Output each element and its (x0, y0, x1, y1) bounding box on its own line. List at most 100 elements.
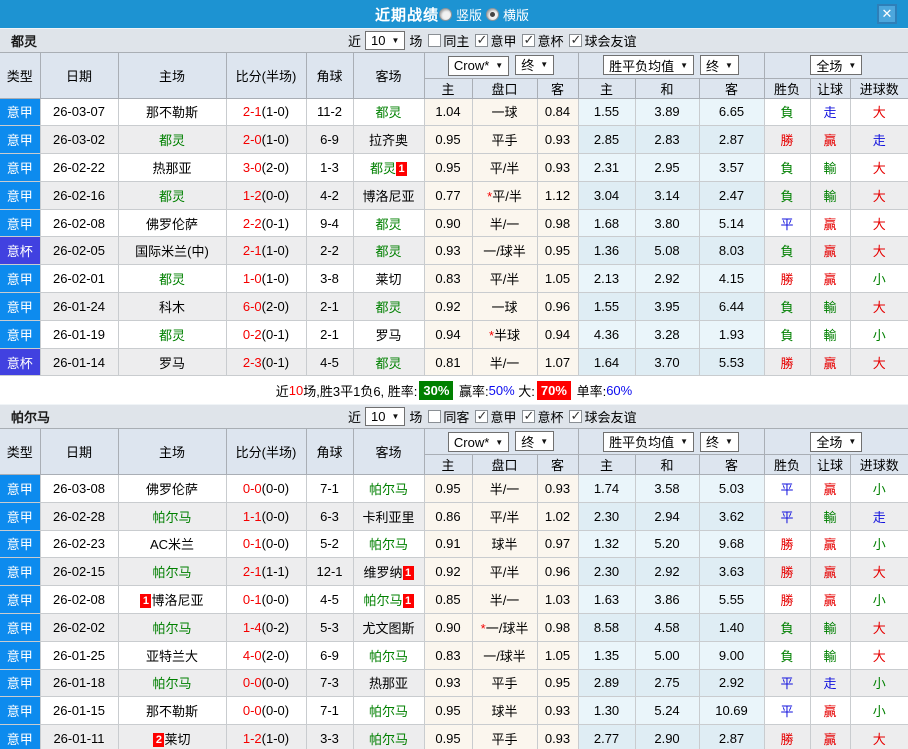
corners-cell: 12-1 (305, 557, 354, 587)
odds-away-cell: 0.93 (536, 724, 579, 749)
score-fulltime: 1-4 (242, 619, 262, 635)
result-handicap-cell: 贏 (809, 529, 851, 559)
date-cell: 26-03-07 (39, 97, 119, 127)
handicap-text: 平手 (491, 732, 518, 748)
score-halftime: (1-0) (261, 731, 290, 747)
away-team-cell: 帕尔马 (352, 473, 425, 503)
handicap-cell: 平手 (471, 668, 538, 698)
recent-summary: 近 10 场,胜3平1负6, 胜率: 30% 赢率: 50% 大: 70% 单率: 60% (0, 376, 908, 405)
odds-away-cell: 0.98 (536, 612, 579, 642)
league-badge: 意甲 (0, 696, 41, 726)
avg-state-select[interactable]: 终 ▼ (700, 55, 739, 76)
bookmaker-select[interactable]: Crow* ▼ (447, 432, 510, 453)
away-team-name: 帕尔马 (363, 593, 403, 609)
handicap-cell: 半/一 (471, 585, 538, 614)
red-card-badge: 2 (153, 733, 165, 748)
home-team-cell: 国际米兰(中) (117, 236, 227, 266)
result-wdl-cell: 平 (763, 473, 811, 503)
score-cell: 0-1(0-0) (225, 529, 307, 559)
avg-away-cell: 5.55 (698, 585, 765, 614)
dropdown-arrow-icon: ▼ (495, 61, 504, 71)
filter-checkbox-3[interactable] (569, 408, 583, 424)
handicap-cell: 平/半 (471, 264, 538, 294)
filter-checkbox-label-0[interactable]: 同客 (443, 407, 469, 426)
date-cell: 26-03-02 (39, 125, 119, 155)
avg-away-cell: 2.87 (698, 724, 765, 749)
vertical-layout-radio[interactable] (438, 7, 452, 21)
score-fulltime: 2-3 (242, 354, 262, 370)
col-header-home: 主场 (117, 429, 227, 475)
filter-checkbox-0[interactable] (428, 34, 442, 47)
score-cell: 0-0(0-0) (225, 473, 307, 503)
bookmaker-select[interactable]: Crow* ▼ (447, 55, 510, 76)
avg-away-cell: 9.00 (698, 640, 765, 670)
league-badge: 意甲 (0, 724, 41, 749)
away-team-cell: 帕尔马 1 (352, 585, 425, 614)
league-badge: 意甲 (0, 153, 41, 182)
filter-checkbox-2[interactable] (522, 32, 536, 48)
summary-seg-8: 单率: (572, 383, 607, 399)
horizontal-layout-label[interactable]: 横版 (503, 5, 529, 24)
handicap-cell: 一/球半 (471, 640, 538, 670)
filter-checkbox-label-2[interactable]: 意杯 (537, 407, 563, 426)
odds-state-select[interactable]: 终 ▼ (515, 54, 555, 75)
filter-checkbox-2[interactable] (522, 408, 536, 424)
sub-header-res_wdl: 胜负 (763, 77, 811, 99)
filter-checkbox-label-3[interactable]: 球会友谊 (584, 407, 636, 426)
avg-home-cell: 1.68 (577, 208, 636, 238)
odds-away-cell: 0.93 (536, 696, 579, 726)
avg-state-select[interactable]: 终 ▼ (700, 431, 739, 452)
result-goals-cell: 小 (849, 529, 908, 559)
odds-home-cell: 0.90 (423, 612, 473, 642)
result-wdl-cell: 平 (763, 208, 811, 238)
col-header-type: 类型 (0, 53, 41, 99)
filter-checkbox-label-2[interactable]: 意杯 (537, 31, 563, 50)
horizontal-layout-radio[interactable] (486, 7, 499, 21)
close-icon[interactable]: ✕ (877, 4, 897, 24)
corners-cell: 11-2 (305, 97, 354, 127)
score-fulltime: 0-1 (242, 592, 262, 608)
result-wdl-cell: 勝 (763, 125, 811, 155)
filter-checkbox-1[interactable] (475, 408, 489, 424)
avg-draw-cell: 3.86 (634, 585, 700, 614)
avg-type-select[interactable]: 胜平负均值 ▼ (603, 431, 695, 452)
home-team-name: 帕尔马 (152, 509, 192, 525)
result-handicap-cell: 輸 (809, 501, 851, 531)
odds-state-select-value: 终 (521, 58, 535, 74)
filter-checkbox-3[interactable] (569, 32, 583, 48)
home-team-cell: 都灵 (117, 319, 227, 349)
odds-state-select[interactable]: 终 ▼ (515, 431, 555, 452)
result-goals-cell: 大 (849, 180, 908, 210)
home-team-name: 帕尔马 (152, 565, 192, 581)
home-team-cell: 科木 (117, 292, 227, 321)
league-badge: 意甲 (0, 292, 41, 321)
filter-checkbox-label-1[interactable]: 意甲 (490, 31, 516, 50)
odds-home-cell: 0.92 (423, 557, 473, 587)
match-row: 意甲 26-02-02 帕尔马 1-4(0-2) 5-3 尤文图斯 0.90 *一/球半 0.9… (0, 612, 908, 642)
handicap-text: 一/球半 (483, 244, 526, 260)
scope-select[interactable]: 全场 ▼ (810, 431, 863, 452)
filter-checkbox-0[interactable] (428, 410, 442, 424)
match-count-select[interactable]: 10 ▼ (365, 407, 406, 427)
result-handicap-cell: 輸 (809, 153, 851, 182)
dropdown-arrow-icon: ▼ (725, 437, 733, 447)
vertical-layout-label[interactable]: 竖版 (456, 5, 482, 24)
match-count-select[interactable]: 10 ▼ (365, 31, 406, 50)
filter-checkbox-label-1[interactable]: 意甲 (490, 407, 516, 426)
handicap-cell: 平/半 (471, 153, 538, 182)
filter-checkbox-1[interactable] (475, 32, 489, 48)
avg-type-select[interactable]: 胜平负均值 ▼ (603, 55, 695, 76)
filter-checkbox-label-3[interactable]: 球会友谊 (584, 31, 636, 50)
filter-suffix-label: 场 (409, 410, 423, 426)
corners-cell: 4-5 (305, 585, 354, 614)
avg-away-cell: 2.92 (698, 668, 765, 698)
avg-away-cell: 3.63 (698, 557, 765, 587)
filter-checkbox-label-0[interactable]: 同主 (443, 31, 469, 50)
scope-select[interactable]: 全场 ▼ (810, 55, 863, 76)
handicap-cell: 一球 (471, 292, 538, 321)
date-cell: 26-01-18 (39, 668, 119, 698)
score-fulltime: 1-0 (242, 271, 262, 287)
avg-away-cell: 5.53 (698, 347, 765, 377)
score-fulltime: 1-2 (242, 187, 262, 203)
away-team-cell: 都灵 (352, 97, 425, 127)
